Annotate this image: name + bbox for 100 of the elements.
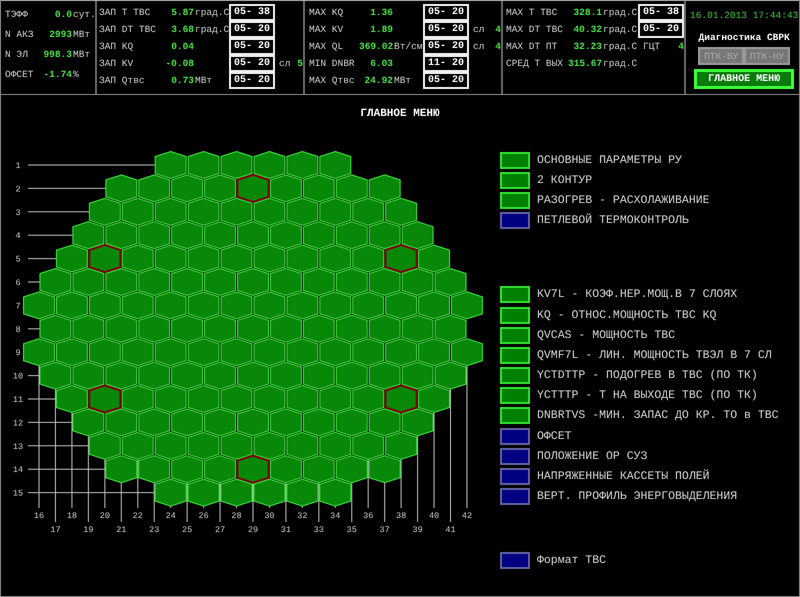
menu-item[interactable]: ВЕРТ. ПРОФИЛЬ ЭНЕРГОВЫДЕЛЕНИЯ [500,488,779,505]
coordinate-display: 11- 20 [423,55,469,72]
coordinate-display: 05- 38 [229,4,275,21]
parameter-label: СРЕД Т ВЫХ [506,58,564,69]
menu-item[interactable]: QVCAS - МОЩНОСТЬ ТВС [500,327,779,344]
unit-label: МВт [72,48,92,60]
main-menu-button[interactable]: ГЛАВНОЕ МЕНЮ [694,69,794,89]
row-label: 12 [12,418,24,428]
column-label: 22 [132,511,143,521]
layer-number: 4 [494,41,501,52]
parameter-value: 0.04 [170,41,194,52]
unit-label: град.С [602,24,638,35]
menu-item[interactable]: ОФСЕТ [500,428,779,444]
row-label: 3 [15,208,21,218]
loop-number: 4 [678,41,684,52]
column-label: 35 [346,525,357,535]
parameter-label: MAX DT ПТ [506,41,558,52]
parameter-value: -0.08 [165,58,194,69]
menu-item[interactable]: YCTDTTP - ПОДОГРЕВ В ТВС (ПО ТК) [500,368,779,384]
column-label: 28 [231,511,242,521]
column-label: 30 [264,511,275,521]
menu-item[interactable]: Формат ТВС [500,552,779,569]
menu-item[interactable]: YCTTTP - Т НА ВЫХОДЕ ТВС (ПО ТК) [500,388,779,404]
parameter-label: ЗАП DT ТВС [99,24,158,35]
coordinate-display: 05- 20 [229,72,275,89]
coordinate-display: 05- 20 [423,21,469,38]
coordinate-display: 05- 20 [229,55,275,72]
unit-label: град.С [602,7,638,18]
parameter-value: 40.32 [572,24,602,35]
unit-label: % [72,68,80,80]
parameter-value: 315.67 [568,58,602,69]
coordinate-display: 05- 20 [423,72,469,89]
unit-label: МВт [194,75,214,86]
menu-item[interactable]: DNBRTVS -МИН. ЗАПАС ДО КР. ТО в ТВС [500,408,779,424]
layer-number: 4 [494,24,501,35]
menu-item[interactable]: НАПРЯЖЕННЫЕ КАССЕТЫ ПОЛЕЙ [500,468,779,485]
column-label: 20 [100,511,110,521]
parameter-label: ЗАП KV [99,58,134,69]
row-label: 7 [15,301,21,312]
parameter-value: -1.74 [42,68,72,80]
parameter-value: 24.92 [363,75,393,86]
unit-label: град.С [194,24,229,35]
column-label: 19 [83,525,94,535]
parameter-value: 369.02 [359,41,393,52]
column-label: 37 [380,525,390,535]
coordinate-display: 05- 20 [229,21,275,38]
column-label: 24 [166,511,176,521]
column-label: 17 [50,525,61,535]
menu-item[interactable]: QVMF7L - ЛИН. МОЩНОСТЬ ТВЭЛ В 7 СЛ [500,347,779,364]
column-label: 33 [314,525,324,535]
layer-label: сл [472,41,486,52]
column-label: 29 [248,525,258,535]
menu-item[interactable]: 2 КОНТУР [500,172,779,188]
row-label: 8 [15,324,21,335]
menu-item[interactable]: KQ - ОТНОС.МОЩНОСТЬ ТВС KQ [500,306,779,324]
layer-label: сл [472,24,486,35]
unit-label: МВт [72,28,92,40]
parameter-value: 1.89 [369,24,393,35]
row-label: 4 [15,231,21,242]
diagnostics-title: Диагностика СВРК [698,32,790,45]
layer-number: 5 [296,58,303,69]
row-label: 1 [15,161,21,171]
parameter-value: 1.36 [369,7,393,18]
layer-label: сл [278,58,292,69]
coordinate-display: 05- 20 [229,38,275,55]
parameter-label: MAX DT ТВС [506,24,564,35]
row-label: 2 [15,184,21,194]
menu-item[interactable]: ПОЛОЖЕНИЕ ОР СУЗ [500,448,779,464]
menu-item[interactable]: KV7L - КОЭФ.НЕР.МОЩ.В 7 СЛОЯХ [500,286,779,303]
column-label: 32 [297,511,308,521]
row-label: 15 [12,488,24,499]
column-label: 27 [214,525,226,535]
parameter-value: 3.68 [170,24,194,35]
column-label: 21 [116,525,126,535]
coordinate-display: 05- 20 [423,4,469,21]
row-label: 11 [12,395,24,405]
menu-item[interactable]: РАЗОГРЕВ - РАСХОЛАЖИВАНИЕ [500,192,779,209]
unit-label: сут. [72,8,95,20]
parameter-label: MAX KV [309,24,344,35]
row-label: 5 [15,254,21,265]
parameter-value: 998.3 [42,48,72,60]
parameter-label: ТЭФФ [5,8,29,20]
parameter-label: MIN DNBR [309,58,356,69]
menu-item[interactable]: ОСНОВНЫЕ ПАРАМЕТРЫ РУ [500,152,779,168]
column-label: 16 [34,511,44,521]
column-label: 18 [66,511,78,521]
date-time: 16.01.2013 17:44:43 [690,10,798,23]
column-label: 26 [198,511,209,521]
column-label: 40 [428,511,440,521]
parameter-label: N АКЗ [5,28,35,40]
menu-item[interactable]: ПЕТЛЕВОЙ ТЕРМОКОНТРОЛЬ [500,212,779,229]
parameter-label: MAX KQ [309,7,344,18]
column-label: 36 [363,511,374,521]
parameter-label: MAX Т ТВС [506,7,558,18]
column-label: 42 [462,511,472,521]
column-label: 23 [149,525,160,535]
unit-label: МВт [393,75,412,86]
parameter-label: ЗАП Qтвс [99,75,146,86]
unit-label: град.С [194,7,229,18]
parameter-value: 5.87 [170,7,194,18]
